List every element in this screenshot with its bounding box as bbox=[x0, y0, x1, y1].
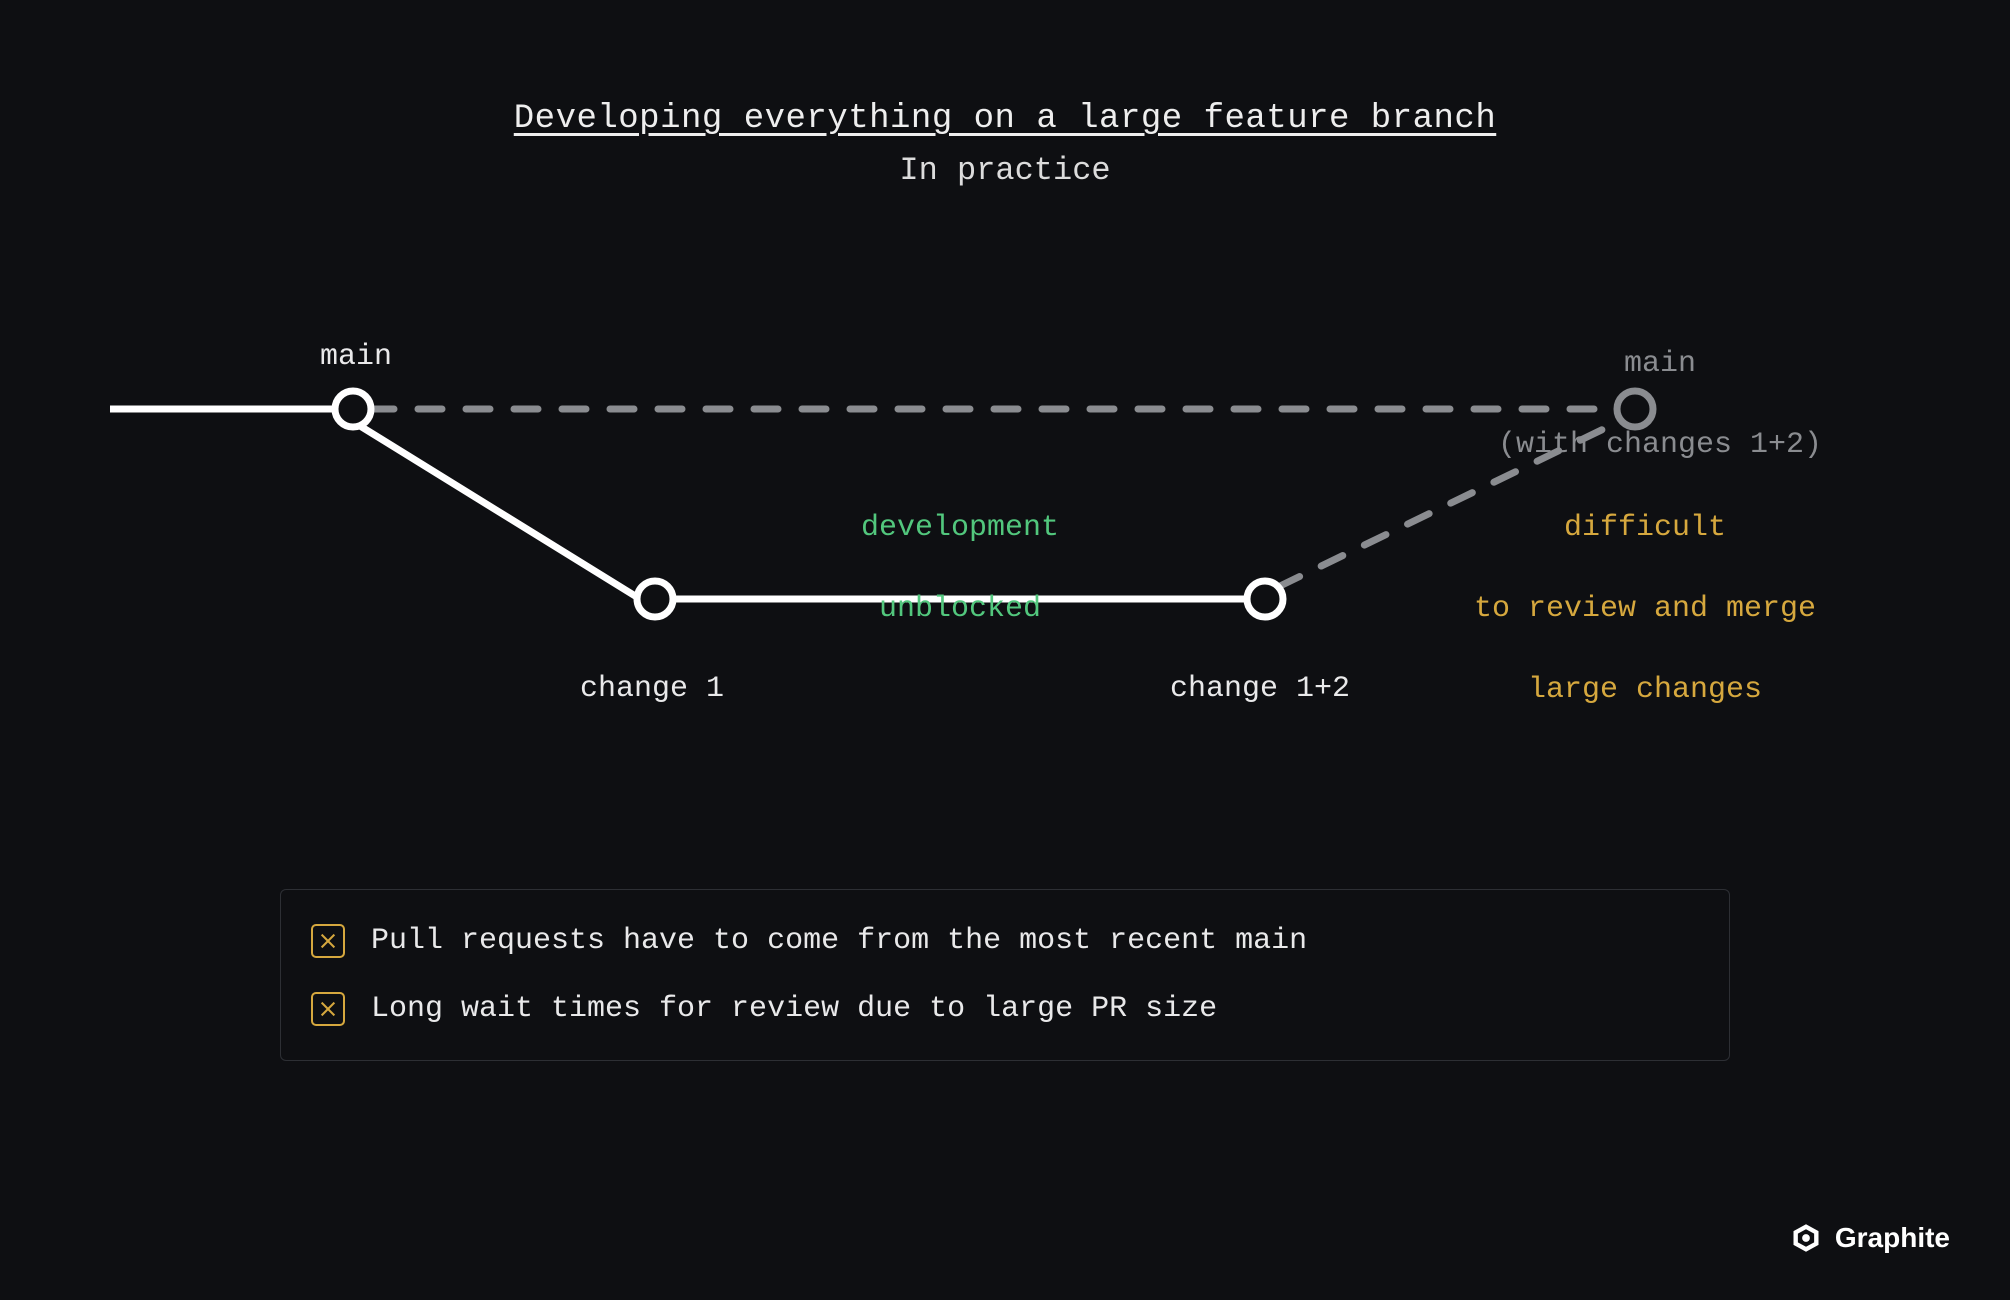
branch-diagram: main main (with changes 1+2) change 1 ch… bbox=[110, 249, 1900, 809]
annotation-difficult-line2: to review and merge bbox=[1474, 592, 1816, 626]
graphite-logo-icon bbox=[1791, 1223, 1821, 1253]
annotation-dev-unblocked-line2: unblocked bbox=[879, 592, 1041, 626]
diagram-subtitle: In practice bbox=[110, 152, 1900, 189]
brand-name: Graphite bbox=[1835, 1222, 1950, 1254]
summary-row-1: Pull requests have to come from the most… bbox=[311, 924, 1685, 958]
label-change-1: change 1 bbox=[580, 669, 724, 710]
label-change-1-2: change 1+2 bbox=[1170, 669, 1350, 710]
summary-box: Pull requests have to come from the most… bbox=[280, 889, 1730, 1061]
x-icon bbox=[311, 992, 345, 1026]
diagram-canvas: Developing everything on a large feature… bbox=[0, 0, 2010, 1300]
summary-row-2: Long wait times for review due to large … bbox=[311, 992, 1685, 1026]
summary-text-1: Pull requests have to come from the most… bbox=[371, 924, 1307, 958]
annotation-difficult: difficult to review and merge large chan… bbox=[1440, 467, 1850, 710]
annotation-dev-unblocked-line1: development bbox=[861, 511, 1059, 545]
title-block: Developing everything on a large feature… bbox=[110, 100, 1900, 189]
summary-text-2: Long wait times for review due to large … bbox=[371, 992, 1217, 1026]
label-main-future-line1: main bbox=[1624, 347, 1696, 381]
label-main-future-line2: (with changes 1+2) bbox=[1498, 428, 1822, 462]
annotation-difficult-line1: difficult bbox=[1564, 511, 1726, 545]
diagram-title: Developing everything on a large feature… bbox=[110, 100, 1900, 138]
annotation-dev-unblocked: development unblocked bbox=[830, 467, 1090, 629]
label-main: main bbox=[320, 337, 392, 378]
x-icon bbox=[311, 924, 345, 958]
label-main-future: main (with changes 1+2) bbox=[1470, 303, 1850, 465]
annotation-difficult-line3: large changes bbox=[1528, 673, 1762, 707]
brand-mark: Graphite bbox=[1791, 1222, 1950, 1254]
